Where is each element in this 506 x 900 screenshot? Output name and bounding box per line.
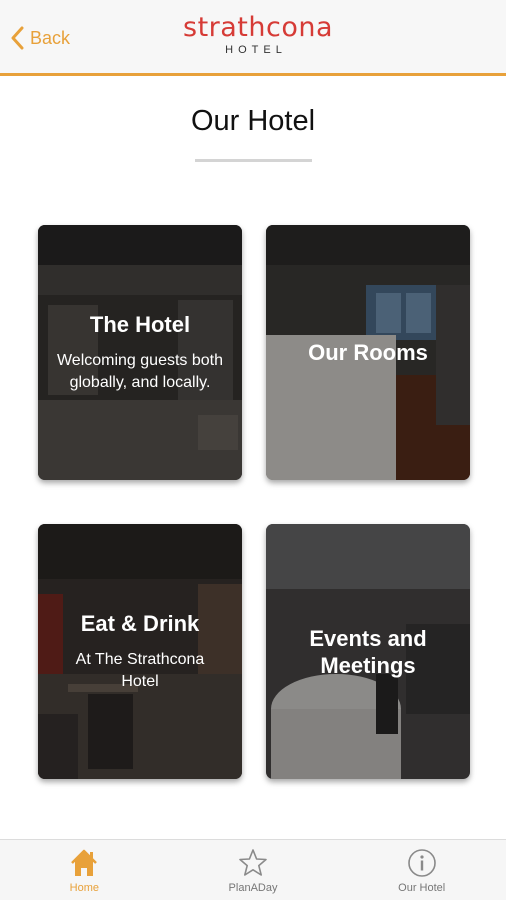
chevron-left-icon	[11, 26, 24, 50]
info-icon	[407, 849, 436, 877]
home-icon	[71, 849, 98, 876]
tab-label: Home	[69, 882, 99, 894]
card-the-hotel[interactable]: The Hotel Welcoming guests both globally…	[38, 225, 242, 480]
card-eat-drink[interactable]: Eat & Drink At The Strathcona Hotel	[38, 524, 242, 779]
card-subtitle: Welcoming guests both globally, and loca…	[56, 352, 223, 391]
tab-label: Our Hotel	[398, 882, 446, 894]
tab-home[interactable]: Home	[0, 840, 169, 900]
back-button[interactable]: Back	[10, 22, 70, 54]
card-subtitle: At The Strathcona Hotel	[75, 651, 205, 690]
logo-subtitle: HOTEL	[225, 44, 287, 56]
star-icon	[239, 849, 267, 876]
hotel-logo: strathcona HOTEL	[183, 12, 334, 60]
tab-our-hotel[interactable]: Our Hotel	[337, 840, 506, 900]
card-title: Eat & Drink	[80, 611, 200, 636]
card-events-meetings[interactable]: Events and Meetings	[266, 524, 470, 779]
card-title: Events and Meetings	[309, 625, 427, 678]
bottom-tab-bar: Home PlanADay Our Hotel	[0, 839, 506, 900]
page-title: Our Hotel	[190, 105, 316, 137]
card-our-rooms[interactable]: Our Rooms	[266, 225, 470, 480]
logo-wordmark: strathcona	[183, 12, 334, 43]
back-label: Back	[30, 27, 71, 48]
card-title: The Hotel	[89, 312, 191, 337]
tab-label: PlanADay	[228, 882, 278, 894]
title-divider	[195, 159, 312, 162]
tab-planaday[interactable]: PlanADay	[169, 840, 338, 900]
top-nav-bar: Back strathcona HOTEL	[0, 0, 506, 76]
card-title: Our Rooms	[308, 340, 428, 365]
